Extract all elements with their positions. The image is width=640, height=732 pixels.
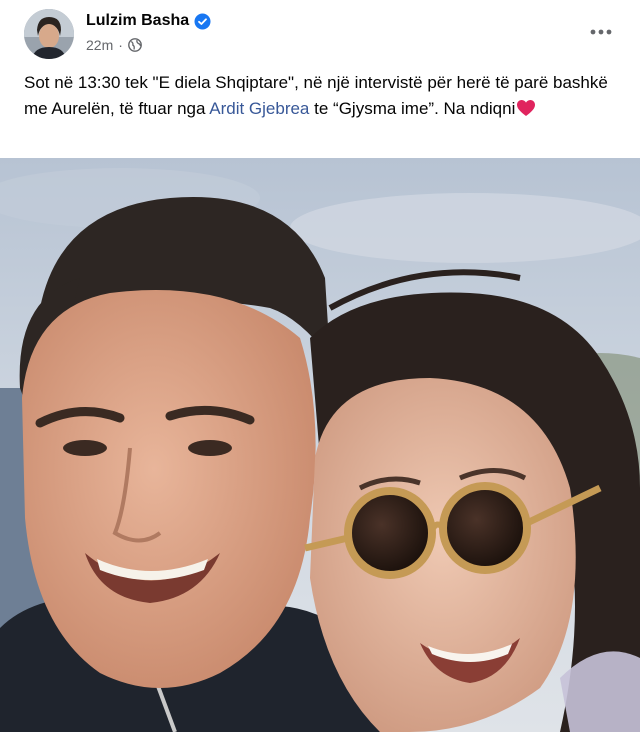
tagged-profile-link[interactable]: Ardit Gjebrea [209,99,309,118]
post-text: Sot në 13:30 tek "E diela Shqiptare", në… [24,70,624,122]
more-options-button[interactable] [585,18,617,46]
author-avatar[interactable] [24,9,74,59]
verified-badge-icon [194,13,211,30]
post-photo[interactable] [0,158,640,732]
post-timestamp[interactable]: 22m [86,37,113,53]
selfie-photo [0,158,640,732]
globe-icon[interactable] [128,38,142,52]
meta-separator: · [118,37,123,53]
author-name[interactable]: Lulzim Basha [86,12,189,30]
post-meta: 22m · [86,35,142,55]
post-header: Lulzim Basha 22m · [0,0,640,64]
more-options-icon [590,29,612,35]
author-row: Lulzim Basha [86,10,211,32]
heart-emoji-icon [516,99,536,117]
post-text-part2: te “Gjysma ime”. Na ndiqni [309,99,516,118]
